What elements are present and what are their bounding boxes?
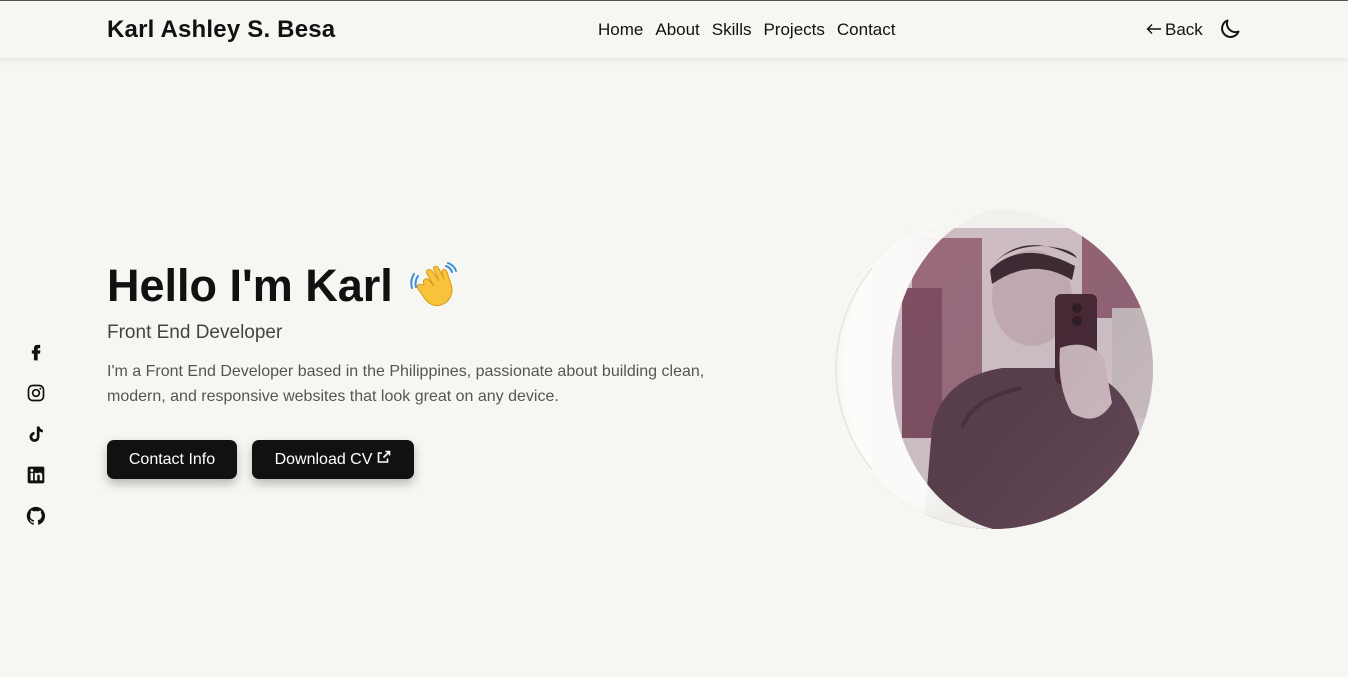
main-nav: Home About Skills Projects Contact <box>598 20 895 40</box>
site-header: Karl Ashley S. Besa Home About Skills Pr… <box>0 1 1348 59</box>
back-button[interactable]: Back <box>1146 20 1203 40</box>
download-cv-button[interactable]: Download CV <box>252 440 414 479</box>
nav-contact[interactable]: Contact <box>837 20 896 40</box>
social-links <box>24 340 48 545</box>
nav-about[interactable]: About <box>655 20 699 40</box>
facebook-icon[interactable] <box>24 340 48 364</box>
hero-title: Hello I'm Karl <box>107 260 393 311</box>
contact-info-button[interactable]: Contact Info <box>107 440 237 479</box>
back-label: Back <box>1165 20 1203 39</box>
hero-intro: I'm a Front End Developer based in the P… <box>107 363 705 405</box>
profile-photo <box>832 208 1154 530</box>
waving-hand-icon <box>410 262 460 308</box>
nav-projects[interactable]: Projects <box>763 20 824 40</box>
linkedin-icon[interactable] <box>24 463 48 487</box>
brand-name[interactable]: Karl Ashley S. Besa <box>107 16 335 44</box>
arrow-left-icon <box>1146 20 1162 40</box>
github-icon[interactable] <box>24 504 48 528</box>
moon-icon[interactable] <box>1218 17 1242 41</box>
nav-skills[interactable]: Skills <box>712 20 752 40</box>
external-link-icon <box>377 450 391 469</box>
instagram-icon[interactable] <box>24 381 48 405</box>
hero-role: Front End Developer <box>107 322 283 343</box>
tiktok-icon[interactable] <box>24 422 48 446</box>
nav-home[interactable]: Home <box>598 20 643 40</box>
download-cv-label: Download CV <box>274 450 373 468</box>
